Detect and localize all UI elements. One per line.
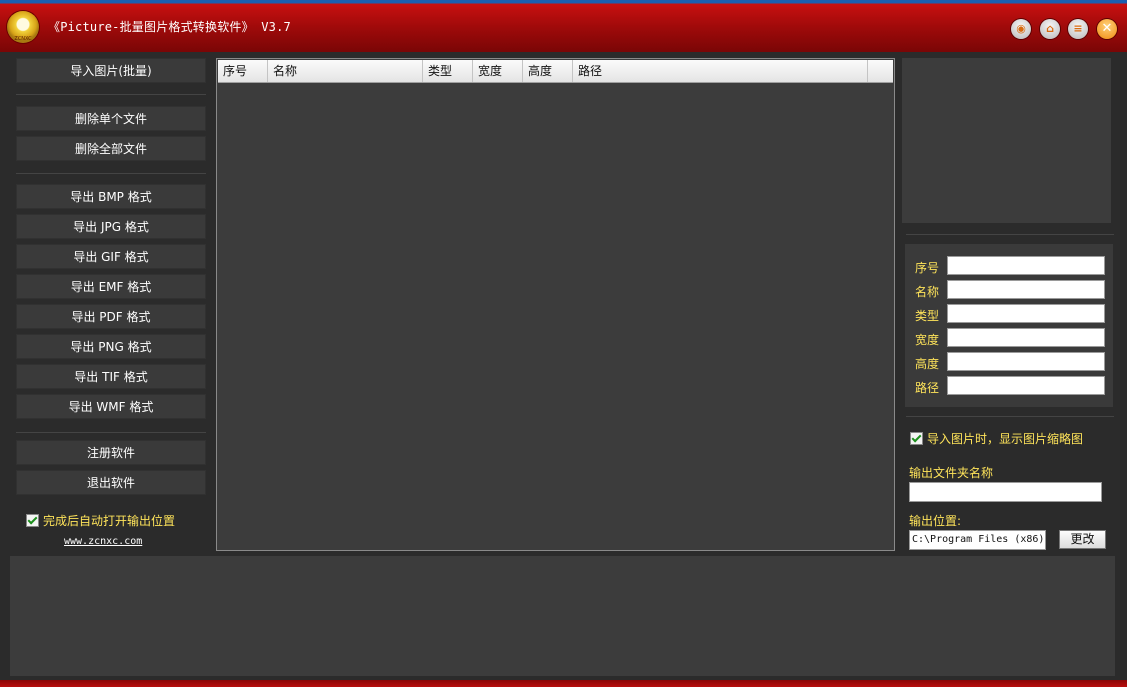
info-label-width: 宽度: [915, 333, 940, 347]
column-header-height[interactable]: 高度: [523, 60, 573, 82]
info-label-height: 高度: [915, 357, 940, 371]
divider: [16, 94, 206, 95]
exit-software-button[interactable]: 退出软件: [16, 470, 206, 495]
show-thumbnail-checkbox[interactable]: [910, 432, 923, 445]
info-field-height[interactable]: [947, 352, 1105, 371]
export-emf-button[interactable]: 导出 EMF 格式: [16, 274, 206, 299]
delete-all-files-button[interactable]: 删除全部文件: [16, 136, 206, 161]
export-wmf-button[interactable]: 导出 WMF 格式: [16, 394, 206, 419]
output-location-input[interactable]: C:\Program Files (x86): [909, 530, 1046, 550]
register-software-button[interactable]: 注册软件: [16, 440, 206, 465]
info-label-type: 类型: [915, 309, 940, 323]
divider: [906, 234, 1114, 235]
website-link[interactable]: www.zcnxc.com: [64, 536, 142, 547]
info-field-type[interactable]: [947, 304, 1105, 323]
info-label-index: 序号: [915, 261, 940, 275]
export-png-button[interactable]: 导出 PNG 格式: [16, 334, 206, 359]
info-field-path[interactable]: [947, 376, 1105, 395]
auto-open-output-option[interactable]: 完成后自动打开输出位置: [26, 512, 175, 529]
column-header-width[interactable]: 宽度: [473, 60, 523, 82]
show-thumbnail-label: 导入图片时，显示图片缩略图: [927, 432, 1084, 446]
app-logo-text: ZCNXC: [14, 36, 32, 42]
info-field-index[interactable]: [947, 256, 1105, 275]
export-pdf-button[interactable]: 导出 PDF 格式: [16, 304, 206, 329]
bottom-bar: [0, 680, 1127, 687]
divider: [16, 432, 206, 433]
file-info-panel: 序号 名称 类型 宽度 高度 路径: [905, 244, 1113, 407]
info-field-name[interactable]: [947, 280, 1105, 299]
auto-open-output-label: 完成后自动打开输出位置: [43, 514, 176, 528]
window-title: 《Picture-批量图片格式转换软件》 V3.7: [48, 20, 291, 34]
export-bmp-button[interactable]: 导出 BMP 格式: [16, 184, 206, 209]
divider: [906, 416, 1114, 417]
change-location-button[interactable]: 更改: [1059, 530, 1106, 549]
file-list-table[interactable]: 序号 名称 类型 宽度 高度 路径: [216, 58, 895, 551]
title-bar: ZCNXC 《Picture-批量图片格式转换软件》 V3.7 ◉ ⌂ ≡ ✕: [0, 0, 1127, 52]
show-thumbnail-option[interactable]: 导入图片时，显示图片缩略图: [910, 430, 1083, 447]
menu-icon[interactable]: ≡: [1068, 19, 1088, 39]
column-header-type[interactable]: 类型: [423, 60, 473, 82]
export-jpg-button[interactable]: 导出 JPG 格式: [16, 214, 206, 239]
export-tif-button[interactable]: 导出 TIF 格式: [16, 364, 206, 389]
column-header-path[interactable]: 路径: [573, 60, 868, 82]
output-folder-label: 输出文件夹名称: [909, 466, 994, 480]
table-header: 序号 名称 类型 宽度 高度 路径: [218, 60, 893, 83]
column-header-name[interactable]: 名称: [268, 60, 423, 82]
import-images-button[interactable]: 导入图片(批量): [16, 58, 206, 83]
info-label-path: 路径: [915, 381, 940, 395]
info-label-name: 名称: [915, 285, 940, 299]
close-icon[interactable]: ✕: [1097, 19, 1117, 39]
export-gif-button[interactable]: 导出 GIF 格式: [16, 244, 206, 269]
delete-single-file-button[interactable]: 删除单个文件: [16, 106, 206, 131]
home-icon[interactable]: ⌂: [1040, 19, 1060, 39]
divider: [16, 173, 206, 174]
thumbnail-preview: [902, 58, 1111, 223]
log-panel: [10, 556, 1115, 676]
output-location-label: 输出位置:: [909, 514, 962, 528]
help-icon[interactable]: ◉: [1011, 19, 1031, 39]
output-folder-input[interactable]: [909, 482, 1102, 502]
info-field-width[interactable]: [947, 328, 1105, 347]
column-header-index[interactable]: 序号: [218, 60, 268, 82]
auto-open-output-checkbox[interactable]: [26, 514, 39, 527]
